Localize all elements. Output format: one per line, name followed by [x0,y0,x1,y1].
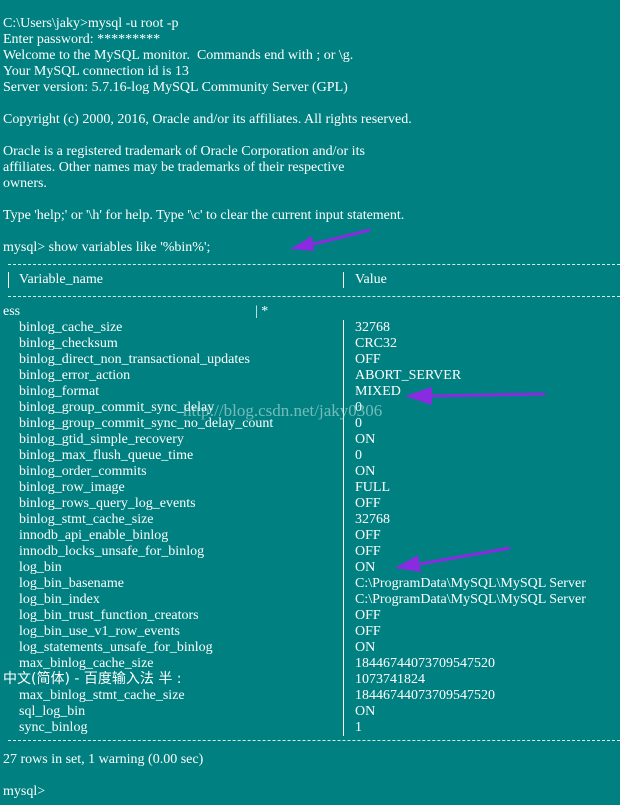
table-row-value: C:\ProgramData\MySQL\MySQL Server [355,592,586,607]
table-row-value: 18446744073709547520 [355,688,495,703]
table-bar [8,272,9,288]
table-bar [343,560,344,576]
terminal-line: Your MySQL connection id is 13 [3,64,189,79]
table-row-name: binlog_row_image [19,480,125,495]
table-row-name: binlog_direct_non_transactional_updates [19,352,250,367]
table-row-name: sync_binlog [19,720,88,735]
table-bar [343,496,344,512]
table-row-value: 32768 [355,320,390,335]
terminal-line: Copyright (c) 2000, 2016, Oracle and/or … [3,112,412,127]
table-bar [343,704,344,720]
table-bar [343,272,344,288]
annotation-arrow-log-bin [395,546,511,572]
table-row-value: 18446744073709547520 [355,656,495,671]
table-row-value: OFF [355,544,381,559]
table-row-name: binlog_checksum [19,336,118,351]
table-row-name: binlog_rows_query_log_events [19,496,196,511]
terminal-line: Type 'help;' or '\h' for help. Type '\c'… [3,208,405,223]
table-row-name: binlog_error_action [19,368,131,383]
table-row-name: max_binlog_stmt_cache_size [19,688,185,703]
table-bar [343,608,344,624]
table-row-name: innodb_api_enable_binlog [19,528,169,543]
render-artifact: ess [3,304,21,319]
terminal-line: owners. [3,176,47,191]
table-bar [343,688,344,704]
table-row-name: sql_log_bin [19,704,86,719]
table-row-value: ABORT_SERVER [355,368,462,383]
table-row-name: binlog_stmt_cache_size [19,512,154,527]
table-row-value: FULL [355,480,390,495]
table-bar [343,320,344,336]
table-row-name: binlog_max_flush_queue_time [19,448,194,463]
table-row-value: OFF [355,496,381,511]
table-bar [343,352,344,368]
watermark: http://blog.csdn.net/jaky0306 [183,401,383,420]
table-row-value: 0 [355,448,362,463]
table-bar [343,368,344,384]
table-row-name: binlog_format [19,384,100,399]
table-row-name: log_bin_index [19,592,100,607]
terminal-line: Enter password: ********* [3,32,161,47]
table-bar [343,528,344,544]
table-bar [343,432,344,448]
table-bar [343,512,344,528]
annotation-arrow-binlog-format [405,387,546,405]
table-row-value: 32768 [355,512,390,527]
result-summary: 27 rows in set, 1 warning (0.00 sec) [3,752,204,767]
table-row-name: log_bin_basename [19,576,124,591]
terminal-line: C:\Users\jaky>mysql -u root -p [3,16,179,31]
render-artifact: | * [255,304,269,319]
table-row-value: CRC32 [355,336,398,351]
table-row-value: OFF [355,624,381,639]
table-row-name: binlog_order_commits [19,464,147,479]
table-bar [343,592,344,608]
terminal-line: Welcome to the MySQL monitor. Commands e… [3,48,354,63]
table-row-name: log_bin [19,560,62,575]
table-row-value: 1073741824 [355,672,425,687]
terminal-line: Server version: 5.7.16-log MySQL Communi… [3,80,348,95]
table-bar [343,384,344,400]
ime-status-bar[interactable]: 中文(简体) - 百度输入法 半 : [3,670,184,688]
table-bar [343,720,344,736]
table-bar [343,544,344,560]
table-bar [343,448,344,464]
table-row-value: OFF [355,528,381,543]
table-row-name: binlog_gtid_simple_recovery [19,432,184,447]
terminal-line: affiliates. Other names may be trademark… [3,160,345,175]
prompt-line[interactable]: mysql> [3,784,45,800]
table-row-name: log_statements_unsafe_for_binlog [19,640,213,655]
annotation-arrow-command [290,228,371,251]
table-row-name: log_bin_trust_function_creators [19,608,199,623]
table-border-mid [8,296,620,297]
table-bar [343,336,344,352]
table-row-value: OFF [355,352,381,367]
table-row-value: ON [355,560,376,575]
table-bar [343,480,344,496]
table-bar [343,576,344,592]
table-bar [343,672,344,688]
table-bar [343,624,344,640]
table-border-top [8,264,620,265]
table-row-value: ON [355,704,376,719]
table-row-value: MIXED [355,384,401,399]
table-bar [343,656,344,672]
table-row-name: log_bin_use_v1_row_events [19,624,180,639]
table-bar [343,640,344,656]
table-row-name: innodb_locks_unsafe_for_binlog [19,544,205,559]
table-bar [343,464,344,480]
table-row-value: C:\ProgramData\MySQL\MySQL Server [355,576,586,591]
table-row-value: OFF [355,608,381,623]
command-line: mysql> show variables like '%bin%'; [3,240,211,255]
table-row-value: ON [355,432,376,447]
table-row-value: ON [355,640,376,655]
table-row-name: binlog_cache_size [19,320,123,335]
terminal-window[interactable]: C:\Users\jaky>mysql -u root -p Enter pas… [0,0,620,805]
terminal-line: Oracle is a registered trademark of Orac… [3,144,365,159]
table-border-bottom [8,740,620,741]
column-header-name: Variable_name [19,272,103,287]
table-row-value: ON [355,464,376,479]
table-row-value: 1 [355,720,362,735]
column-header-value: Value [355,272,387,287]
